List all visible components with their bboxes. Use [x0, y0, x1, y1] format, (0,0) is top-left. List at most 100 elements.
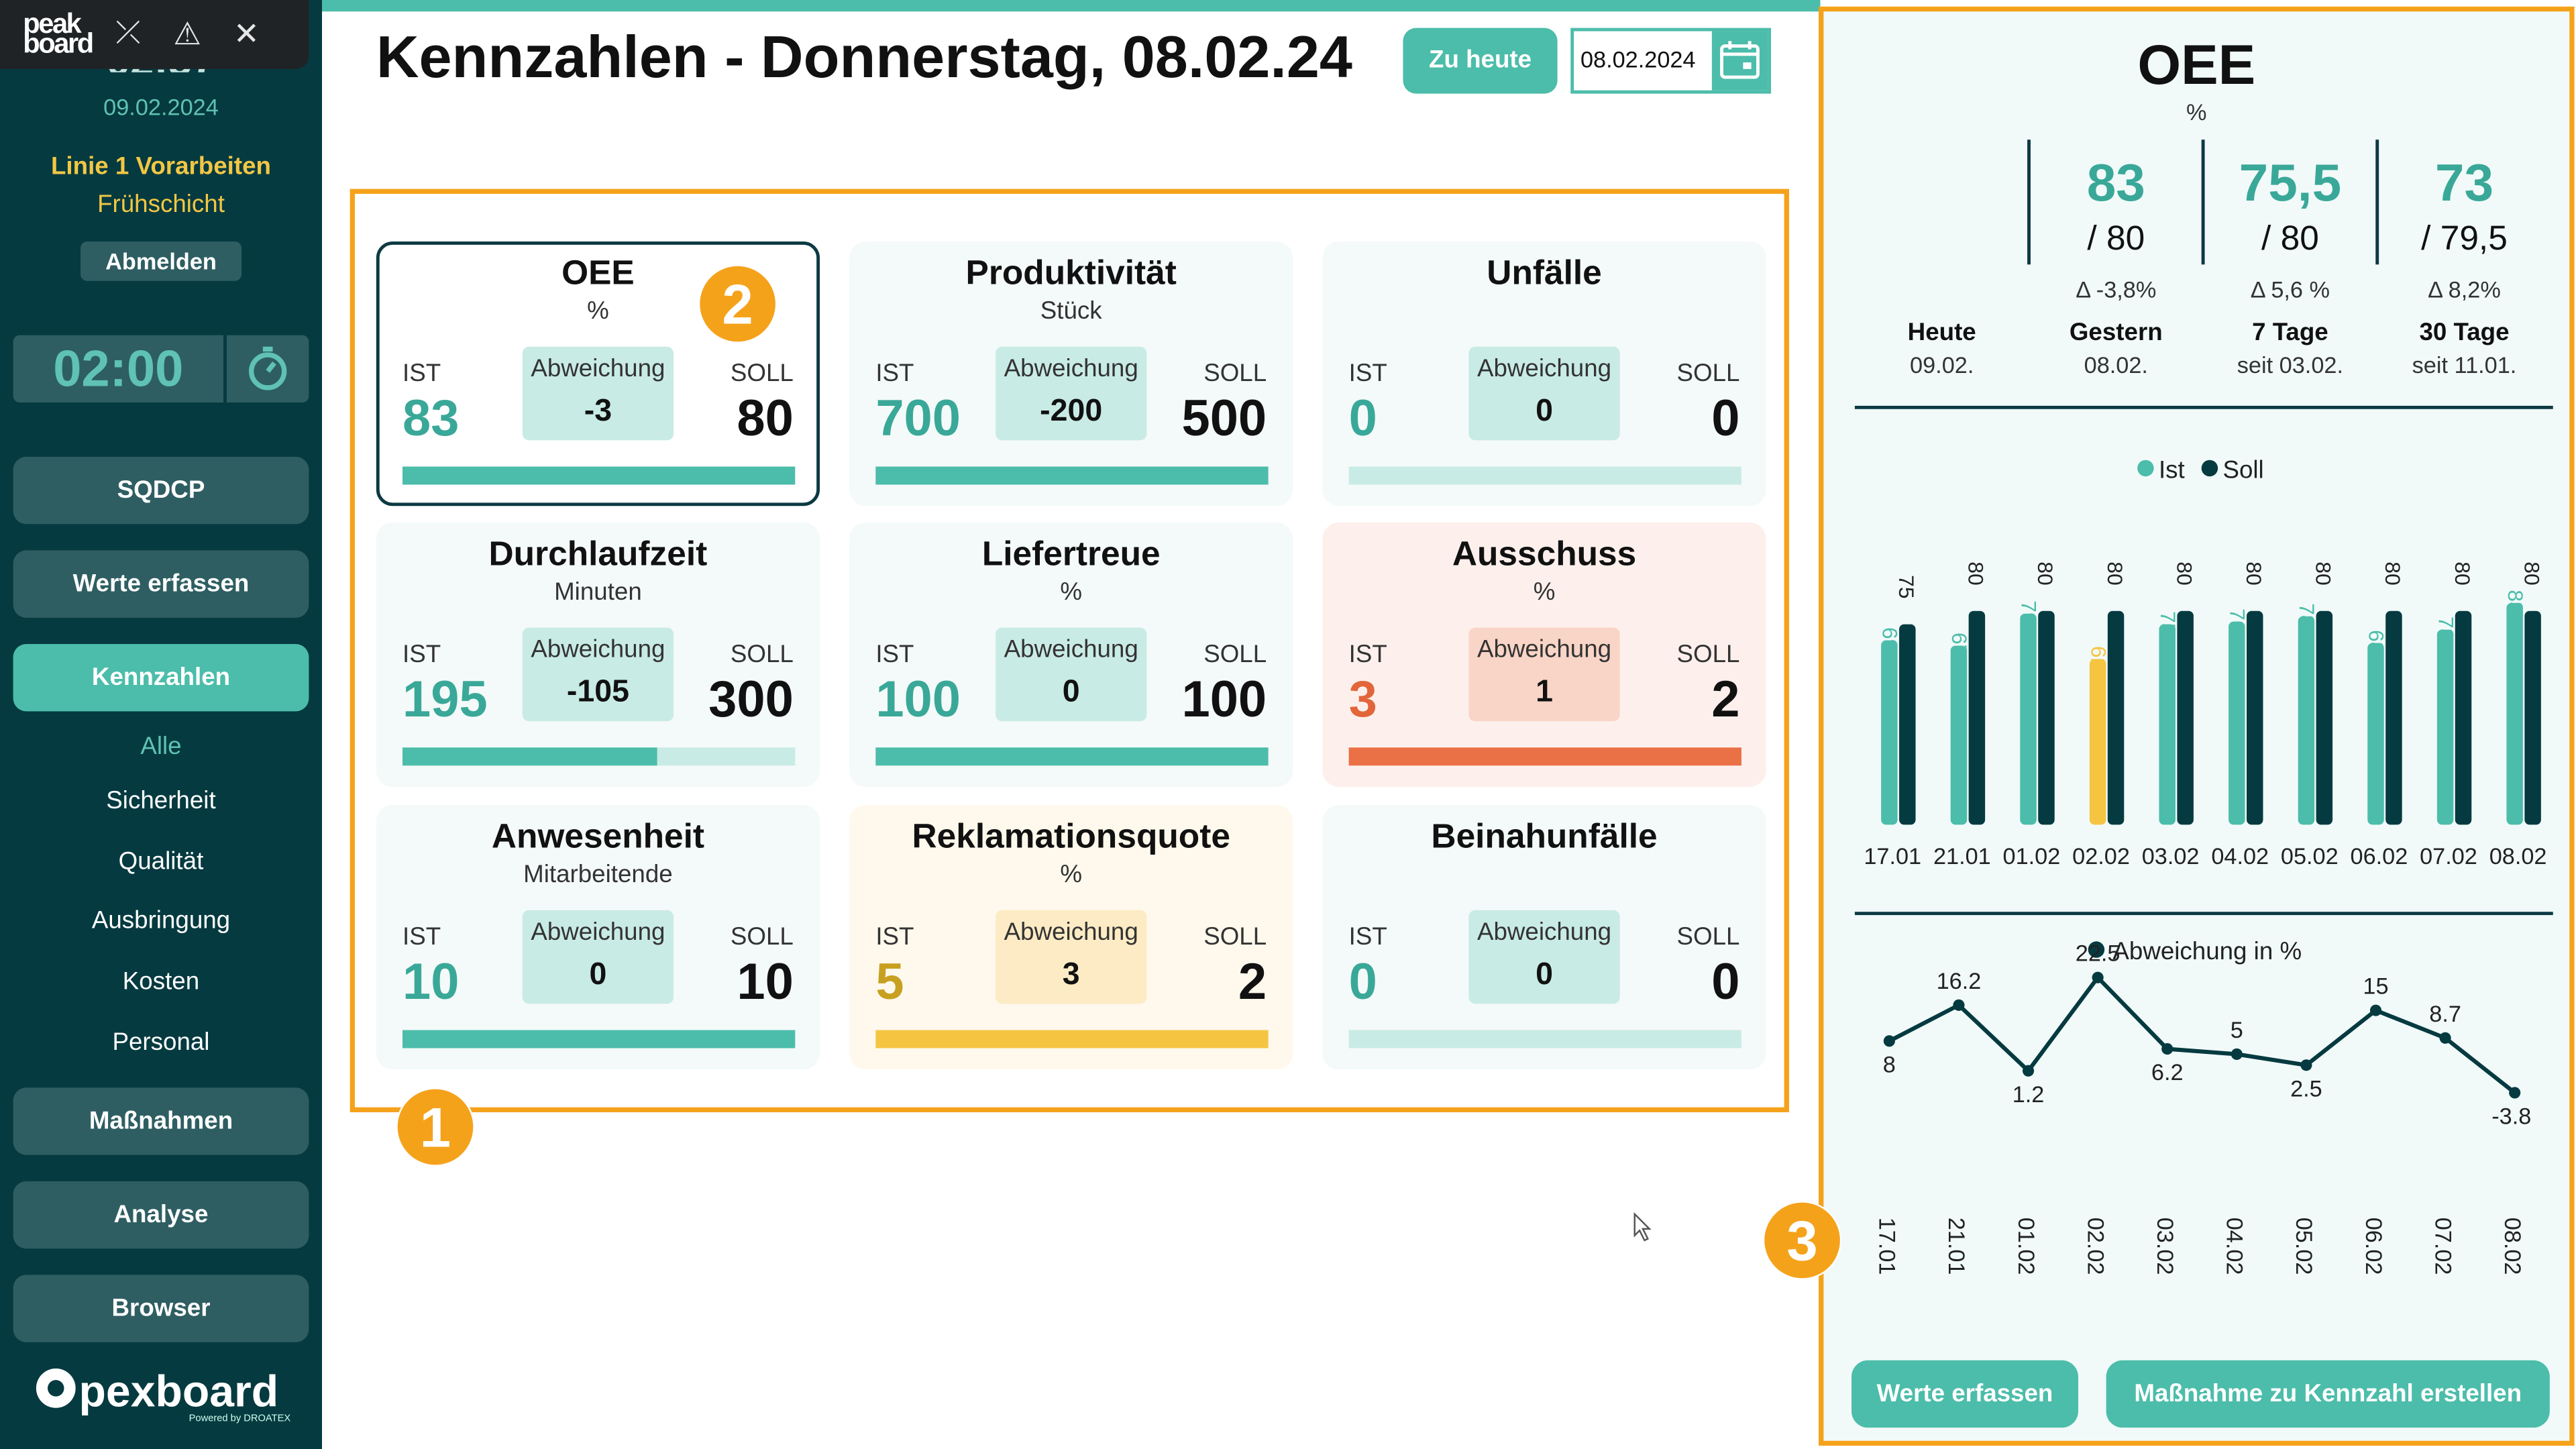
bar-x-label: 04.02: [2211, 844, 2269, 869]
progress-fill: [402, 466, 796, 485]
bar-soll-label: 80: [2312, 561, 2336, 585]
deviation-point: [2231, 1048, 2243, 1061]
ist-label: IST: [402, 360, 441, 388]
ist-value: 3: [1348, 670, 1377, 728]
bar-soll: [2247, 610, 2263, 825]
soll-value: 100: [1181, 670, 1267, 728]
kpi-card[interactable]: Beinahunfälle IST SOLL 0 0 Abweichung 0: [1322, 805, 1766, 1070]
stat-label: 7 Tage: [2252, 319, 2328, 347]
subnav-ausbringung[interactable]: Ausbringung: [0, 907, 322, 935]
peakboard-logo: peak board: [23, 8, 94, 60]
bar-soll-label: 80: [2520, 561, 2544, 585]
deviation-value: -3: [584, 394, 612, 429]
kpi-card[interactable]: Reklamationsquote% IST SOLL 5 2 Abweichung 3: [849, 805, 1293, 1070]
nav-massnahmen[interactable]: Maßnahmen: [13, 1087, 309, 1155]
stat-subtitle: 08.02.: [2084, 352, 2148, 378]
kpi-card[interactable]: Ausschuss% IST SOLL 3 2 Abweichung 1: [1322, 522, 1766, 788]
nav-kennzahlen[interactable]: Kennzahlen: [13, 644, 309, 712]
werte-erfassen-button[interactable]: Werte erfassen: [1851, 1360, 2078, 1428]
ist-value: 5: [875, 953, 904, 1011]
deviation-point-label: 15: [2363, 974, 2388, 1000]
stat-value: 83: [2086, 152, 2145, 212]
subnav-kosten[interactable]: Kosten: [0, 967, 322, 996]
subnav-alle[interactable]: Alle: [0, 733, 322, 761]
deviation-value: 0: [1536, 394, 1553, 429]
kpi-card[interactable]: Liefertreue% IST SOLL 100 100 Abweichung 0: [849, 522, 1293, 788]
close-icon[interactable]: ✕: [217, 15, 276, 53]
kpi-card[interactable]: Anwesenheit Mitarbeitende IST SOLL 10 10 Abwei…: [376, 805, 820, 1070]
kpi-card[interactable]: Durchlaufzeit Minuten IST SOLL 195 300 Abweich…: [376, 522, 820, 788]
soll-label: SOLL: [1676, 360, 1740, 388]
kpi-card[interactable]: Produktivität Stück IST SOLL 700 500 Abweichun…: [849, 241, 1293, 506]
progress-fill: [1348, 747, 1741, 766]
stat-value: 75,5: [2239, 152, 2342, 212]
nav-analyse[interactable]: Analyse: [13, 1181, 309, 1249]
page-title: Kennzahlen - Donnerstag, 08.02.24: [376, 23, 1352, 91]
today-button[interactable]: Zu heute: [1403, 28, 1558, 94]
kpi-title: Unfälle: [1487, 254, 1602, 292]
bar-ist: [2089, 659, 2106, 825]
stat-subtitle: seit 03.02.: [2237, 352, 2344, 378]
deviation-point: [2509, 1087, 2521, 1099]
kpi-title: Produktivität: [965, 254, 1177, 292]
nav-werte-erfassen[interactable]: Werte erfassen: [13, 550, 309, 618]
deviation-value: -200: [1040, 394, 1103, 429]
date-picker[interactable]: [1570, 28, 1772, 94]
annotation-badge-1: 1: [396, 1087, 475, 1167]
progress-track: [1348, 747, 1741, 766]
warning-icon[interactable]: ⚠: [158, 15, 217, 53]
logout-button[interactable]: Abmelden: [80, 241, 242, 281]
shift-label: Frühschicht: [97, 191, 225, 219]
soll-value: 0: [1711, 389, 1740, 447]
subnav-personal[interactable]: Personal: [0, 1028, 322, 1057]
production-line: Linie 1 Vorarbeiten: [50, 152, 272, 181]
bar-ist: [1950, 645, 1968, 825]
subnav-sicherheit[interactable]: Sicherheit: [0, 787, 322, 815]
bar-soll-label: 80: [2033, 561, 2057, 585]
panel-title: OEE: [2137, 34, 2256, 97]
soll-label: SOLL: [1203, 923, 1267, 951]
soll-label: SOLL: [1203, 360, 1267, 388]
collapse-icon[interactable]: ⤫: [99, 16, 158, 52]
bar-ist: [2229, 621, 2245, 825]
progress-fill: [402, 1030, 796, 1049]
deviation-box: Abweichung 0: [1468, 346, 1620, 441]
deviation-box: Abweichung 0: [996, 627, 1147, 722]
bar-ist-label: 79: [2017, 600, 2041, 624]
deviation-point: [2161, 1043, 2174, 1055]
deviation-label: Abweichung: [1004, 918, 1138, 947]
bar-ist: [1881, 640, 1898, 825]
deviation-point-label: 8.7: [2429, 1002, 2461, 1027]
deviation-line: [1888, 974, 2516, 1095]
ist-value: 83: [402, 389, 460, 447]
kpi-unit: Mitarbeitende: [523, 861, 673, 889]
stat-delta: Δ 5,6 %: [2250, 276, 2330, 303]
soll-value: 10: [737, 953, 794, 1011]
date-field[interactable]: [1580, 46, 1719, 72]
subnav-qualitaet[interactable]: Qualität: [0, 848, 322, 876]
deviation-value: 0: [1536, 957, 1553, 993]
nav-browser[interactable]: Browser: [13, 1275, 309, 1342]
bar-soll: [2107, 610, 2125, 825]
deviation-point-label: 5: [2231, 1018, 2243, 1043]
create-measure-button[interactable]: Maßnahme zu Kennzahl erstellen: [2106, 1360, 2550, 1428]
bar-x-label: 01.02: [2003, 844, 2061, 869]
progress-track: [402, 747, 796, 766]
deviation-box: Abweichung 3: [996, 910, 1147, 1004]
stopwatch-button[interactable]: [226, 335, 309, 403]
deviation-line-chart: Abweichung in % 8 17.01 16.2 21.01 1.2 01.02 22…: [1823, 937, 2570, 1275]
calendar-icon: [1720, 41, 1760, 79]
soll-label: SOLL: [730, 360, 794, 388]
kpi-card[interactable]: Unfälle IST SOLL 0 0 Abweichung 0: [1322, 241, 1766, 506]
calendar-button[interactable]: [1711, 31, 1768, 91]
deviation-label: Abweichung: [1004, 635, 1138, 664]
kpi-unit: %: [1060, 578, 1083, 606]
legend-ist-marker: [2137, 460, 2154, 477]
bar-soll: [2316, 610, 2333, 825]
top-accent-strip: [322, 0, 1821, 12]
progress-fill: [875, 747, 1269, 766]
deviation-point: [2092, 971, 2104, 983]
line-x-label: 21.01: [1943, 1218, 1969, 1275]
stat-label: 30 Tage: [2419, 319, 2510, 347]
nav-sqdcp[interactable]: SQDCP: [13, 456, 309, 525]
